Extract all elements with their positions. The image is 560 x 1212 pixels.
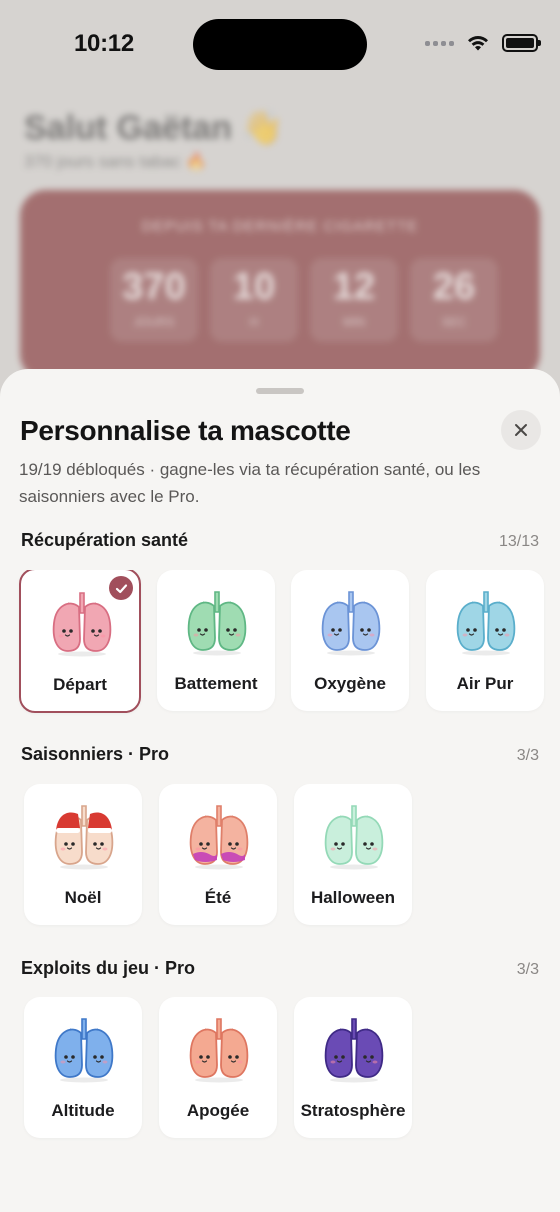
mascot-card[interactable]: Air Pur <box>426 570 544 711</box>
mascot-row-game: Altitude Apogée Stratosphère <box>0 997 560 1143</box>
mascot-row-health: Départ Battement Oxygène Air Pur <box>0 570 560 716</box>
sheet-grabber[interactable] <box>256 388 304 394</box>
lungs-mascot-icon <box>189 1018 249 1083</box>
counter-seconds: 26 SEC <box>410 258 498 342</box>
lungs-mascot-icon <box>54 805 114 870</box>
mascot-card[interactable]: Stratosphère <box>294 997 412 1138</box>
section-title: Saisonniers · Pro <box>21 744 170 764</box>
mascot-label: Noël <box>64 888 102 907</box>
counter-days: 370 JOURS <box>110 258 198 342</box>
lungs-mascot-icon <box>324 805 384 870</box>
section-title: Récupération santé <box>21 530 189 550</box>
mascot-label: Stratosphère <box>300 1101 406 1120</box>
section-header-game: Exploits du jeu · Pro 3/3 <box>21 958 539 979</box>
close-icon <box>515 424 527 436</box>
cellular-signal-icon <box>425 40 454 46</box>
smoke-free-card: DEPUIS TA DERNIÈRE CIGARETTE 370 JOURS 1… <box>20 190 540 380</box>
lungs-mascot-icon <box>187 591 247 656</box>
mascot-card[interactable]: Halloween <box>294 784 412 925</box>
mascot-label: Air Pur <box>456 674 514 693</box>
battery-icon <box>502 34 541 52</box>
status-time: 10:12 <box>74 30 134 57</box>
dynamic-island <box>193 19 367 70</box>
section-count: 3/3 <box>516 747 539 764</box>
selected-check-icon <box>109 576 133 600</box>
counter-hours: 10 H <box>210 258 298 342</box>
mascot-card[interactable]: Battement <box>157 570 275 711</box>
lungs-mascot-icon <box>54 1018 114 1083</box>
mascot-label: Battement <box>174 674 258 693</box>
section-title: Exploits du jeu · Pro <box>21 958 196 978</box>
section-header-health: Récupération santé 13/13 <box>21 530 539 551</box>
blurred-dashboard: Salut Gaëtan 👋 370 jours sans tabac 🔥 DE… <box>0 90 560 410</box>
greeting-subtitle: 370 jours sans tabac 🔥 <box>24 152 207 171</box>
lungs-mascot-icon <box>189 805 249 870</box>
section-count: 13/13 <box>498 533 539 550</box>
lungs-mascot-icon <box>324 1018 384 1083</box>
mascot-card[interactable]: Départ <box>19 570 141 713</box>
mascot-label: Halloween <box>310 888 396 907</box>
sheet-title: Personnalise ta mascotte <box>20 415 351 446</box>
card-title: DEPUIS TA DERNIÈRE CIGARETTE <box>141 218 419 235</box>
mascot-label: Apogée <box>186 1101 250 1120</box>
mascot-card[interactable]: Apogée <box>159 997 277 1138</box>
lungs-mascot-icon <box>456 591 516 656</box>
mascot-sheet: Personnalise ta mascotte 19/19 débloqués… <box>0 369 560 1212</box>
lungs-mascot-icon <box>321 591 381 656</box>
greeting: Salut Gaëtan 👋 <box>24 109 284 147</box>
section-header-seasonal: Saisonniers · Pro 3/3 <box>21 744 539 765</box>
mascot-card[interactable]: Été <box>159 784 277 925</box>
mascot-label: Oxygène <box>314 674 386 693</box>
lungs-mascot-icon <box>52 592 112 657</box>
mascot-card[interactable]: Oxygène <box>291 570 409 711</box>
mascot-row-seasonal: Noël Été Halloween <box>0 784 560 930</box>
mascot-label: Départ <box>53 675 107 694</box>
counter-minutes: 12 MIN <box>310 258 398 342</box>
status-icons <box>425 34 541 52</box>
mascot-card[interactable]: Altitude <box>24 997 142 1138</box>
background-app: 10:12 Salut Gaëtan 👋 370 jours sans taba… <box>0 0 560 420</box>
section-count: 3/3 <box>516 961 539 978</box>
wifi-icon <box>468 35 488 51</box>
mascot-label: Altitude <box>51 1101 115 1120</box>
mascot-label: Été <box>204 888 232 907</box>
close-button[interactable] <box>501 410 541 450</box>
counter-row: 370 JOURS 10 H 12 MIN 26 SEC <box>110 258 498 342</box>
mascot-card[interactable]: Noël <box>24 784 142 925</box>
sheet-description: 19/19 débloqués · gagne-les via ta récup… <box>19 460 481 506</box>
